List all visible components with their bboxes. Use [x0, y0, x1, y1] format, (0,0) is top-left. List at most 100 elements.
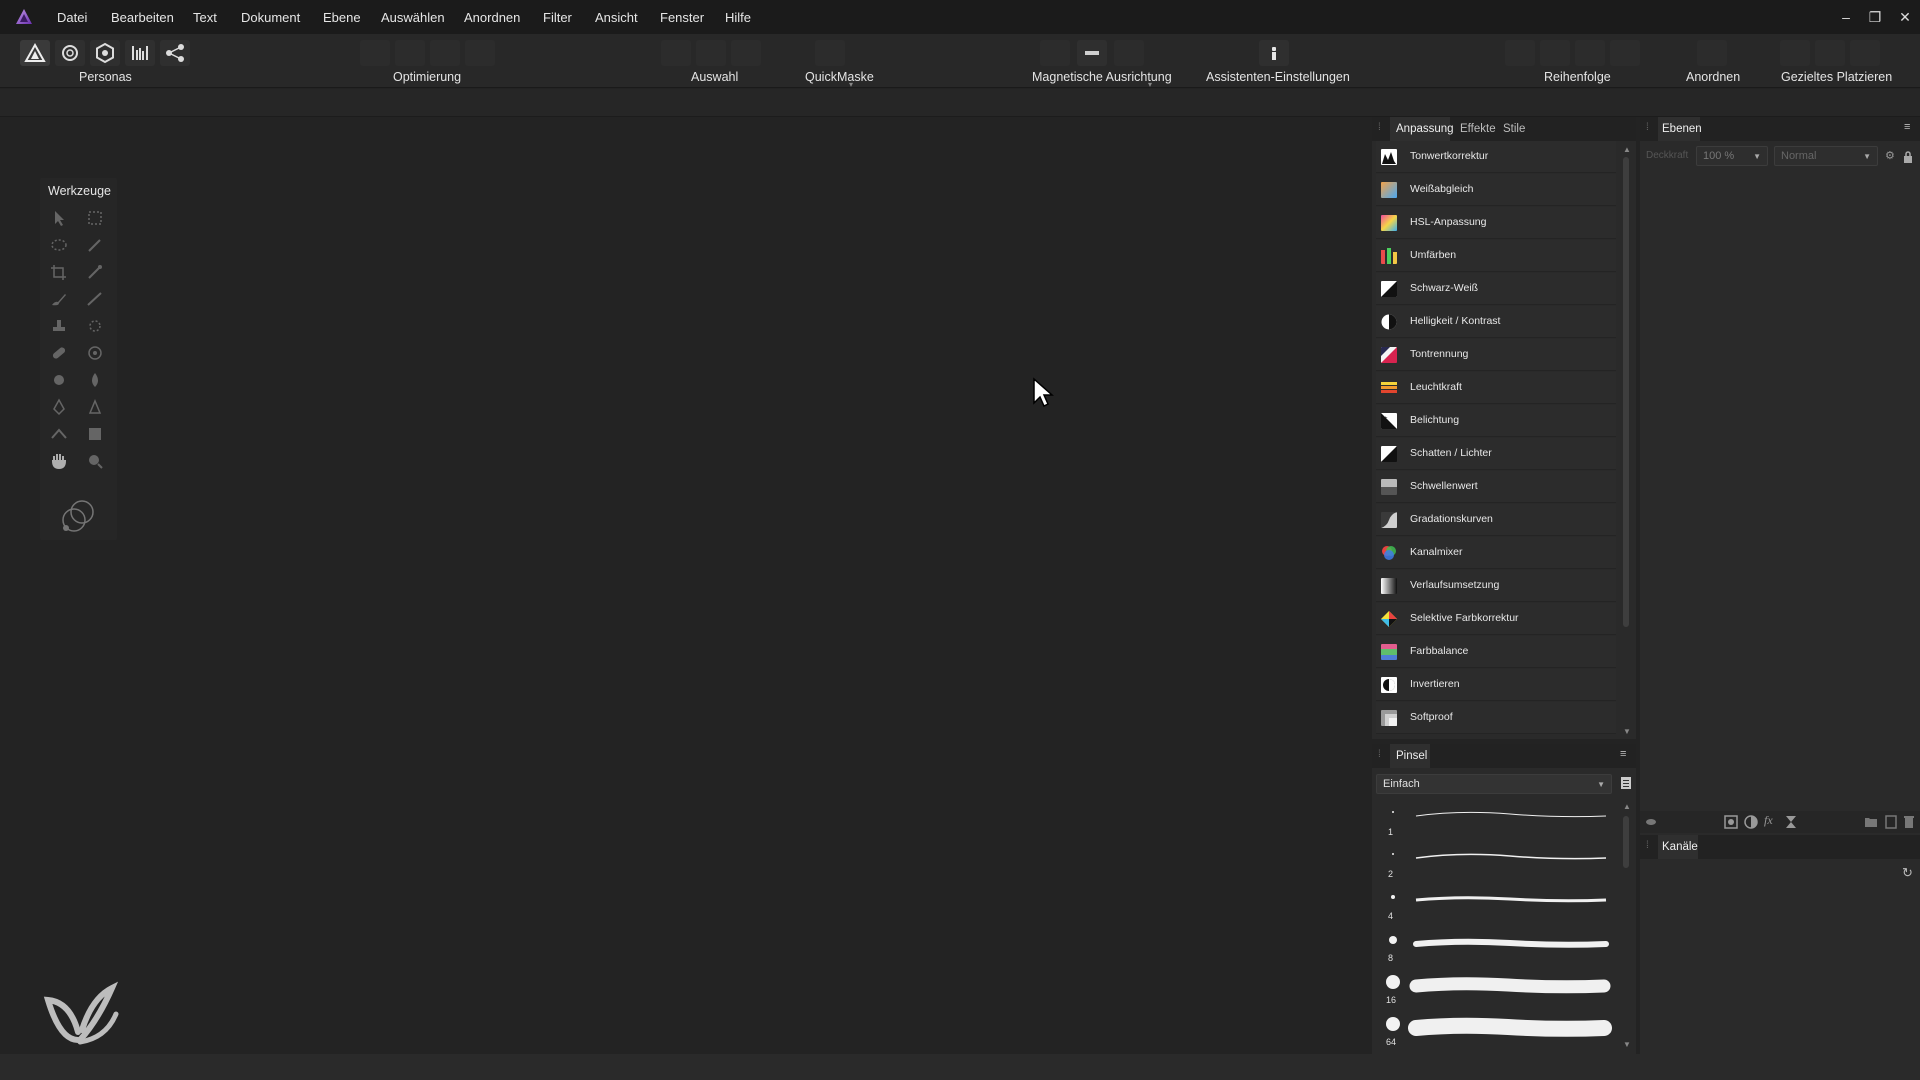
invert-selection-button[interactable] [731, 40, 761, 66]
restore-button[interactable]: ❐ [1864, 6, 1886, 28]
adjustment-item-verlaufsumsetzung[interactable]: Verlaufsumsetzung [1376, 570, 1616, 602]
tab-effekte[interactable]: Effekte [1460, 123, 1496, 135]
brush-stroke-2[interactable] [1410, 850, 1610, 866]
menu-fenster[interactable]: Fenster [660, 10, 704, 25]
close-button[interactable]: ✕ [1894, 6, 1916, 28]
text-tool-icon[interactable] [48, 424, 70, 444]
insert-top-button[interactable] [1815, 40, 1845, 66]
mask-layer-icon[interactable] [1724, 815, 1738, 829]
lock-icon[interactable] [1903, 151, 1913, 163]
layer-stack-icon[interactable] [1644, 815, 1658, 829]
auto-colors-button[interactable] [430, 40, 460, 66]
tab-pinsel[interactable]: Pinsel [1396, 750, 1427, 762]
move-to-back-button[interactable] [1505, 40, 1535, 66]
move-tool-icon[interactable] [48, 208, 70, 228]
live-filter-icon[interactable] [1784, 815, 1798, 829]
brush-stroke-4[interactable] [1410, 934, 1610, 954]
adjustment-item-softproof[interactable]: Softproof [1376, 702, 1616, 734]
selection-brush-tool-icon[interactable] [84, 235, 106, 255]
adjustment-item-hsl[interactable]: HSL-Anpassung [1376, 207, 1616, 239]
menu-ansicht[interactable]: Ansicht [595, 10, 638, 25]
photo-persona-button[interactable] [20, 40, 50, 66]
paint-brush-tool-icon[interactable] [48, 289, 70, 309]
hand-tool-icon[interactable] [48, 451, 70, 471]
snapping-toggle-button[interactable] [1040, 40, 1070, 66]
rectangle-tool-icon[interactable] [84, 424, 106, 444]
liquify-persona-button[interactable] [55, 40, 85, 66]
menu-text[interactable]: Text [193, 10, 217, 25]
menu-filter[interactable]: Filter [543, 10, 572, 25]
fx-icon[interactable]: fx [1764, 813, 1773, 828]
trash-icon[interactable] [1902, 815, 1916, 829]
panel-menu-icon[interactable]: ≡ [1904, 121, 1910, 133]
brush-stroke-1[interactable] [1410, 808, 1610, 824]
select-all-button[interactable] [661, 40, 691, 66]
move-to-front-button[interactable] [1610, 40, 1640, 66]
menu-auswaehlen[interactable]: Auswählen [381, 10, 445, 25]
tab-ebenen[interactable]: Ebenen [1662, 123, 1702, 135]
menu-anordnen[interactable]: Anordnen [464, 10, 520, 25]
assistant-settings-button[interactable] [1259, 40, 1289, 66]
adjustments-scrollbar[interactable] [1623, 157, 1629, 627]
refresh-icon[interactable]: ↻ [1902, 865, 1913, 881]
minimize-button[interactable]: – [1835, 6, 1857, 28]
adjustment-item-kanalmixer[interactable]: Kanalmixer [1376, 537, 1616, 569]
adjustment-item-weissabgleich[interactable]: Weißabgleich [1376, 174, 1616, 206]
auto-contrast-button[interactable] [395, 40, 425, 66]
pen-tool-icon[interactable] [48, 397, 70, 417]
brush-category-dropdown[interactable]: Einfach ▼ [1376, 774, 1612, 794]
tab-anpassung[interactable]: Anpassung [1396, 123, 1454, 135]
clone-tool-icon[interactable] [48, 316, 70, 336]
folder-icon[interactable] [1864, 815, 1878, 829]
red-eye-tool-icon[interactable] [84, 343, 106, 363]
snapping-options-button[interactable] [1077, 40, 1107, 66]
adjustment-item-schatten-lichter[interactable]: Schatten / Lichter [1376, 438, 1616, 470]
crop-tool-icon[interactable] [48, 262, 70, 282]
color-picker-tool-icon[interactable] [84, 262, 106, 282]
canvas-area[interactable] [0, 117, 1372, 1054]
export-persona-button[interactable] [160, 40, 190, 66]
node-tool-icon[interactable] [84, 397, 106, 417]
dodge-tool-icon[interactable] [48, 370, 70, 390]
adjustment-item-farbbalance[interactable]: Farbbalance [1376, 636, 1616, 668]
scroll-down-arrow-icon[interactable]: ▼ [1623, 1040, 1631, 1049]
adjustment-item-schwarz-weiss[interactable]: Schwarz-Weiß [1376, 273, 1616, 305]
brush-stroke-6[interactable] [1408, 1016, 1612, 1040]
insert-inside-button[interactable] [1850, 40, 1880, 66]
quickmask-button[interactable] [815, 40, 845, 66]
brush-stroke-3[interactable] [1410, 892, 1610, 908]
scroll-up-arrow-icon[interactable]: ▲ [1623, 145, 1631, 154]
move-back-one-button[interactable] [1540, 40, 1570, 66]
healing-brush-tool-icon[interactable] [48, 343, 70, 363]
pixel-tool-icon[interactable] [84, 289, 106, 309]
develop-persona-button[interactable] [90, 40, 120, 66]
adjustment-item-tontrennung[interactable]: Tontrennung [1376, 339, 1616, 371]
brush-options-icon[interactable] [1620, 776, 1632, 790]
color-swatch-icon[interactable] [58, 496, 98, 536]
adjustment-item-helligkeit-kontrast[interactable]: Helligkeit / Kontrast [1376, 306, 1616, 338]
adjustment-item-tonwertkorrektur[interactable]: Tonwertkorrektur [1376, 141, 1616, 173]
new-layer-icon[interactable] [1884, 815, 1898, 829]
adjustment-item-selektive-farbkorrektur[interactable]: Selektive Farbkorrektur [1376, 603, 1616, 635]
insert-behind-button[interactable] [1780, 40, 1810, 66]
brush-stroke-5[interactable] [1408, 974, 1612, 998]
tone-mapping-persona-button[interactable] [125, 40, 155, 66]
marquee-tool-icon[interactable] [48, 235, 70, 255]
menu-ebene[interactable]: Ebene [323, 10, 361, 25]
brushes-scrollbar[interactable] [1623, 816, 1629, 868]
auto-white-balance-button[interactable] [465, 40, 495, 66]
move-forward-one-button[interactable] [1575, 40, 1605, 66]
menu-bearbeiten[interactable]: Bearbeiten [111, 10, 174, 25]
scroll-down-arrow-icon[interactable]: ▼ [1623, 727, 1631, 736]
adjustment-item-invertieren[interactable]: Invertieren [1376, 669, 1616, 701]
opacity-field[interactable]: 100 % ▼ [1696, 146, 1768, 166]
panel-menu-icon[interactable]: ≡ [1620, 748, 1626, 760]
adjustment-item-schwellenwert[interactable]: Schwellenwert [1376, 471, 1616, 503]
scroll-up-arrow-icon[interactable]: ▲ [1623, 802, 1631, 811]
tab-kanaele[interactable]: Kanäle [1662, 841, 1698, 853]
auto-levels-button[interactable] [360, 40, 390, 66]
adjustment-item-umfaerben[interactable]: Umfärben [1376, 240, 1616, 272]
adjustment-layer-icon[interactable] [1744, 815, 1758, 829]
adjustment-item-leuchtkraft[interactable]: Leuchtkraft [1376, 372, 1616, 404]
selection-overlay-tool-icon[interactable] [84, 316, 106, 336]
